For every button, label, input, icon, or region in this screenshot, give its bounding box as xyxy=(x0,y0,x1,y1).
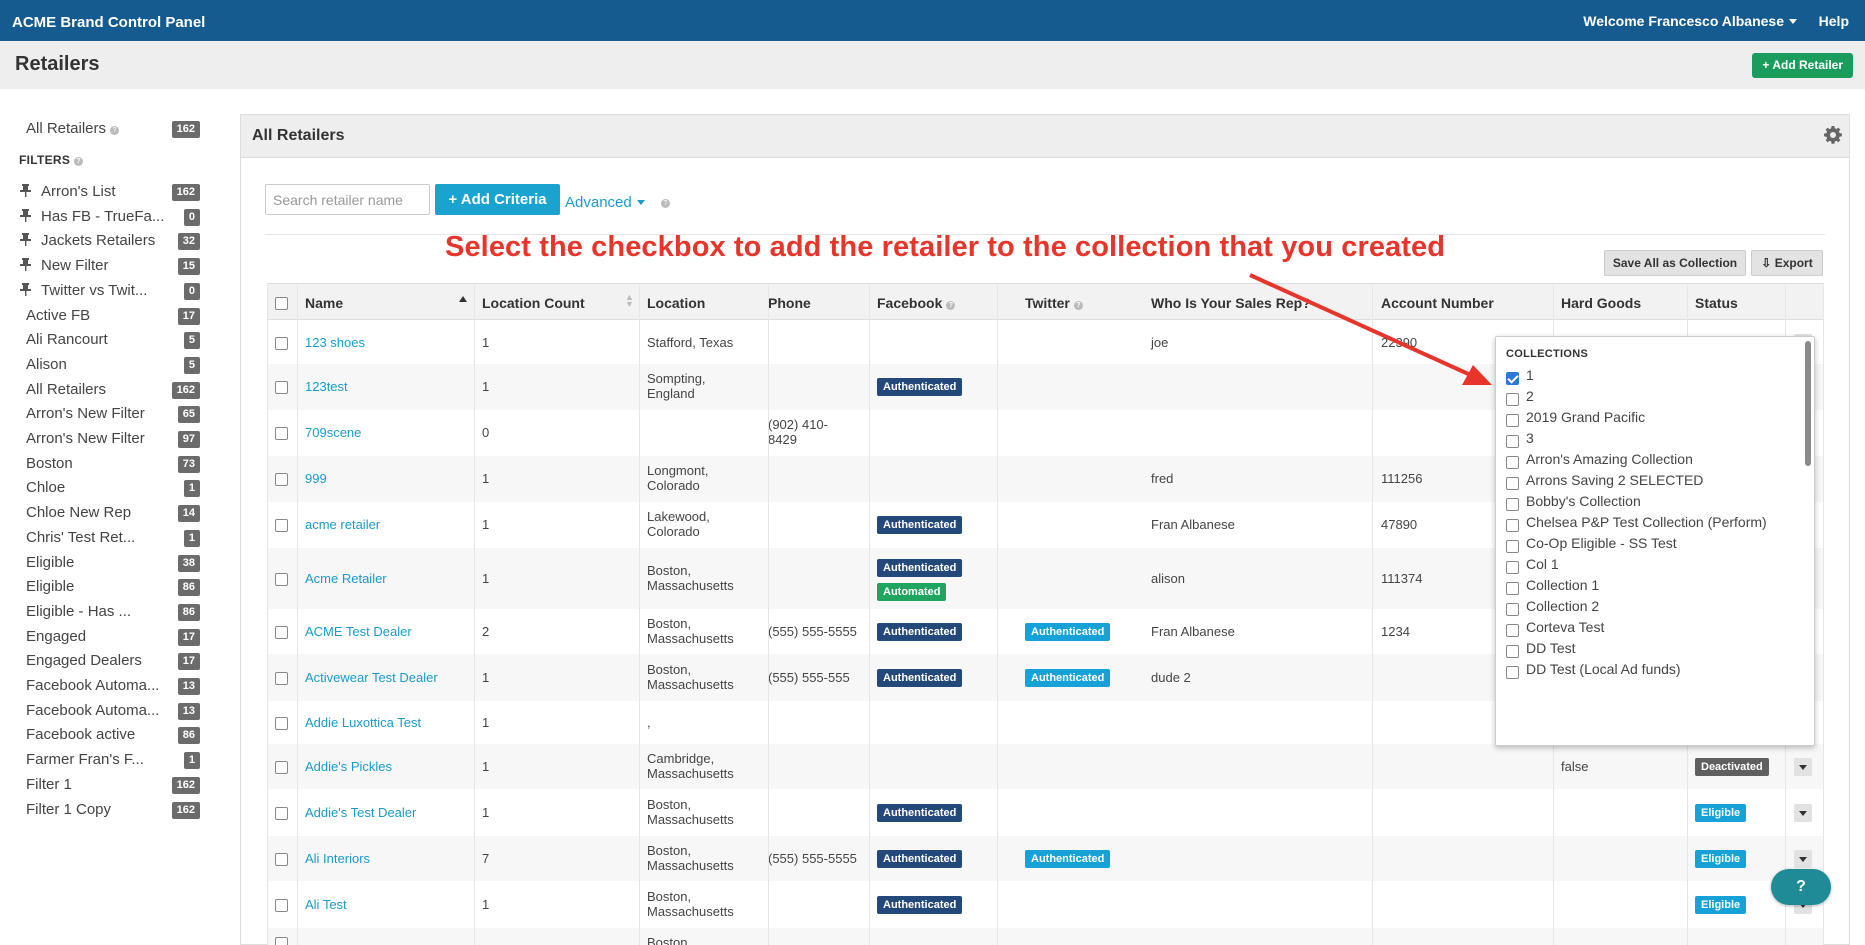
collection-label: 2019 Grand Pacific xyxy=(1526,409,1646,425)
collection-checkbox[interactable] xyxy=(1506,393,1519,406)
collection-checkbox[interactable] xyxy=(1506,435,1519,448)
collection-label: Co-Op Eligible - SS Test xyxy=(1526,535,1677,551)
collection-label: 3 xyxy=(1526,430,1534,446)
collection-checkbox[interactable] xyxy=(1506,414,1519,427)
collection-checkbox[interactable] xyxy=(1506,603,1519,616)
collection-label: Corteva Test xyxy=(1526,619,1605,635)
collection-label: 1 xyxy=(1526,367,1534,383)
collection-label: Collection 2 xyxy=(1526,598,1600,614)
collection-checkbox[interactable] xyxy=(1506,372,1519,385)
collection-label: Arron's Amazing Collection xyxy=(1526,451,1693,467)
collection-label: 2 xyxy=(1526,388,1534,404)
collection-label: Bobby's Collection xyxy=(1526,493,1641,509)
collection-label: Chelsea P&P Test Collection (Perform) xyxy=(1526,514,1767,530)
collection-checkbox[interactable] xyxy=(1506,477,1519,490)
collection-label: Arrons Saving 2 SELECTED xyxy=(1526,472,1704,488)
collection-checkbox[interactable] xyxy=(1506,519,1519,532)
collection-checkbox[interactable] xyxy=(1506,540,1519,553)
collection-label: DD Test xyxy=(1526,640,1576,656)
collections-title: COLLECTIONS xyxy=(1506,348,1589,360)
help-chat-button[interactable]: ? xyxy=(1771,869,1831,905)
collection-label: Col 1 xyxy=(1526,556,1559,572)
collection-checkbox[interactable] xyxy=(1506,624,1519,637)
collections-dropdown[interactable]: COLLECTIONS 1 2 2019 Grand Pacific 3 Arron's… xyxy=(1495,336,1815,746)
collection-checkbox[interactable] xyxy=(1506,645,1519,658)
popup-scrollbar[interactable] xyxy=(1805,341,1811,466)
collection-checkbox[interactable] xyxy=(1506,582,1519,595)
collection-checkbox[interactable] xyxy=(1506,498,1519,511)
collection-checkbox[interactable] xyxy=(1506,456,1519,469)
collection-checkbox[interactable] xyxy=(1506,561,1519,574)
collection-label: Collection 1 xyxy=(1526,577,1600,593)
collection-checkbox[interactable] xyxy=(1506,666,1519,679)
collection-label: DD Test (Local Ad funds) xyxy=(1526,661,1681,677)
